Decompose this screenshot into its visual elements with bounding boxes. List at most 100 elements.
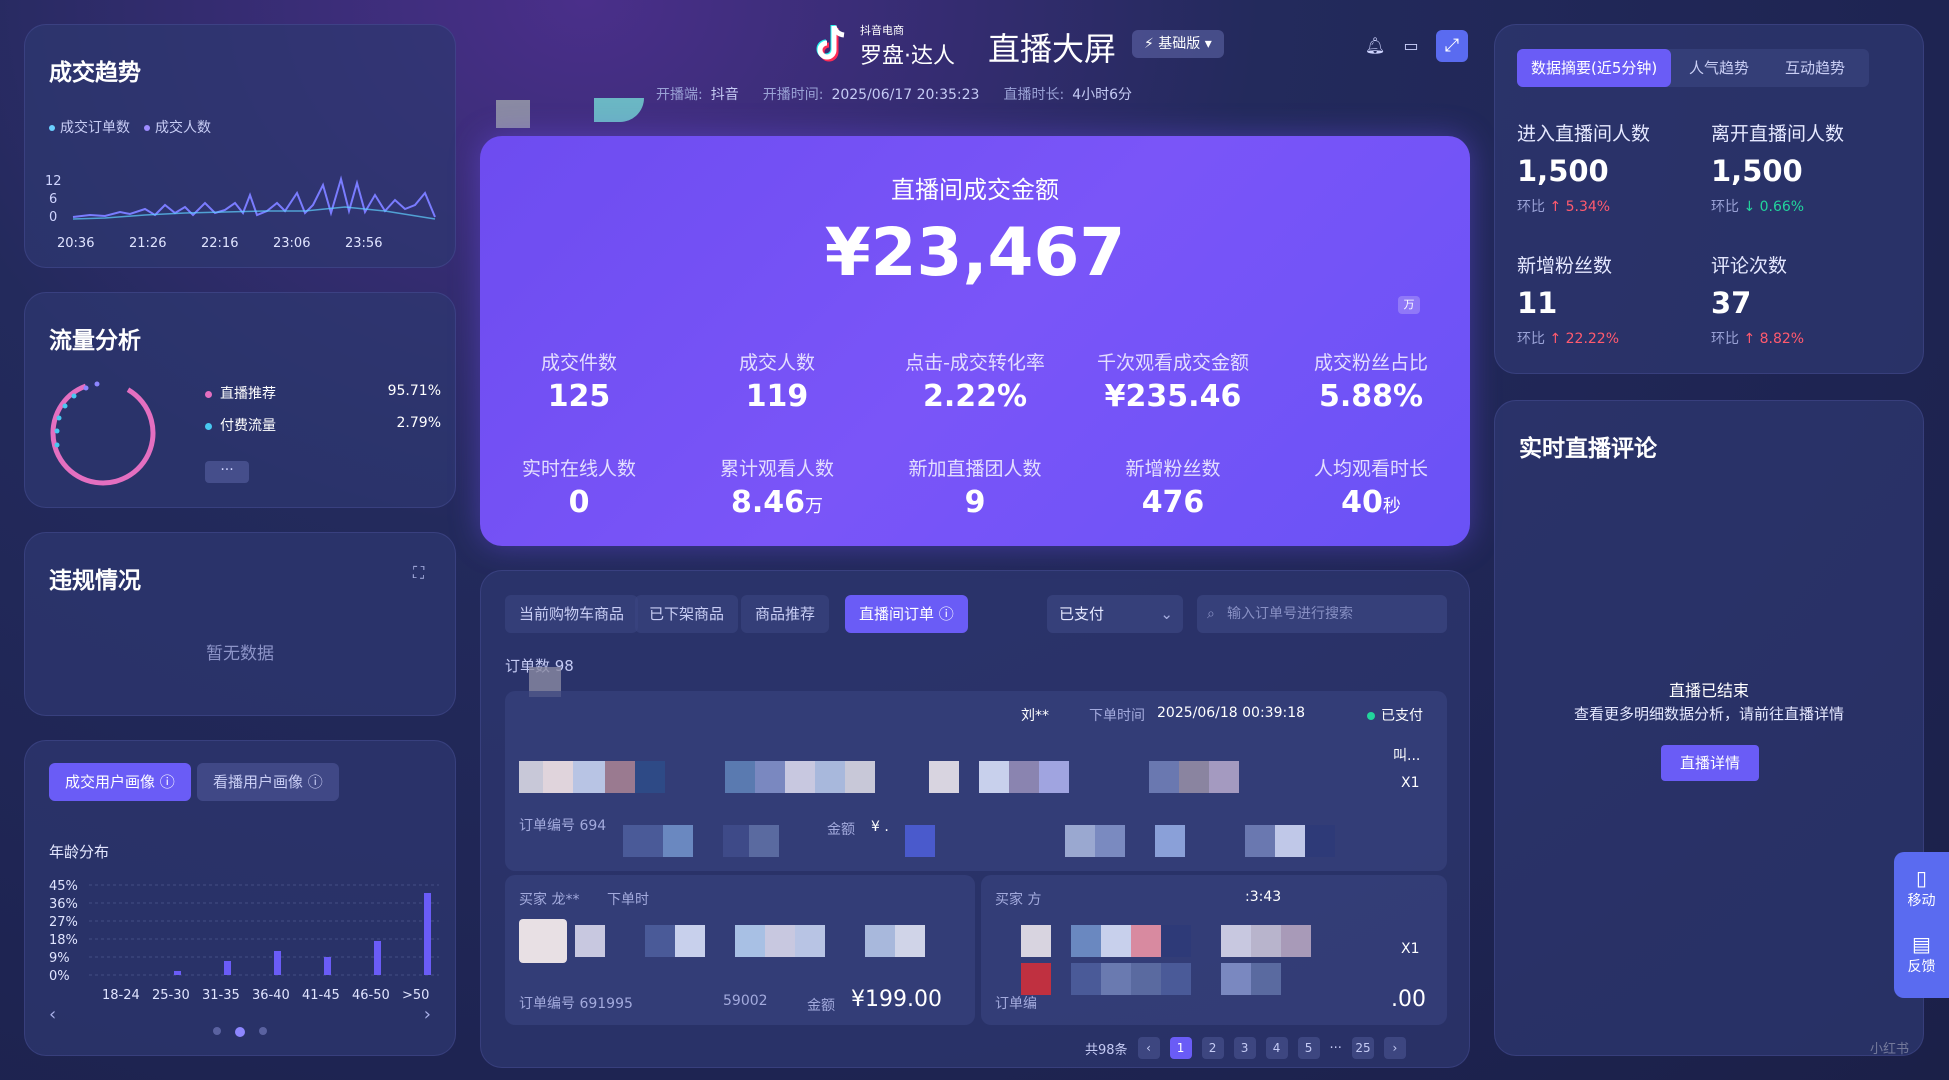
kpi-item: 新增粉丝数 11 环比 ↑ 22.22% [1517, 251, 1707, 348]
tab-data-summary[interactable]: 数据摘要(近5分钟) [1517, 49, 1672, 87]
buyer-name: 买家 方 [995, 892, 1042, 908]
tab-live-orders[interactable]: 直播间订单 ⓘ [845, 595, 968, 633]
order-search-input[interactable]: ⌕ 输入订单号进行搜索 [1197, 595, 1447, 633]
order-card[interactable]: 买家 龙** 下单时 订单编号 691995 59002 金额 ¥199.00 [505, 875, 975, 1025]
quantity: X1 [1401, 775, 1420, 791]
tab-viewer-portrait[interactable]: 看播用户画像 ⓘ [197, 763, 339, 801]
page-button[interactable]: 25 [1351, 1037, 1374, 1059]
chevron-right-icon[interactable]: › [424, 1004, 431, 1025]
trend-title: 成交趋势 [49, 60, 141, 86]
traffic-item: 付费流量 2.79% [205, 415, 441, 435]
carousel-dot[interactable] [259, 1027, 267, 1035]
prev-page-icon[interactable]: ‹ [1137, 1037, 1160, 1059]
kpi-change: 环比 ↑ 5.34% [1517, 199, 1611, 215]
stat-label: 点击-成交转化率 [905, 352, 1045, 374]
stat-item: 成交粉丝占比 5.88% [1272, 348, 1470, 414]
comments-panel: 实时直播评论 直播已结束 查看更多明细数据分析，请前往直播详情 直播详情 [1494, 400, 1924, 1056]
kpi-value: 1,500 [1711, 154, 1803, 188]
x-tick: 31-35 [202, 988, 240, 1003]
page-button[interactable]: 1 [1169, 1037, 1192, 1059]
order-number: 订单编 [995, 996, 1037, 1012]
product-name-fragment: 叫... [1393, 748, 1421, 764]
monitor-icon[interactable]: ▭ [1400, 35, 1422, 57]
page-button[interactable]: 4 [1265, 1037, 1288, 1059]
carousel-dot[interactable] [213, 1027, 221, 1035]
order-number-tail: 59002 [723, 993, 768, 1009]
kpi-label: 进入直播间人数 [1517, 123, 1651, 145]
stat-value: 125 [547, 379, 611, 414]
header-actions: 🔔︎ ▭ ⤢ [1364, 30, 1468, 62]
age-bar [424, 893, 431, 975]
y-tick: 6 [49, 192, 57, 207]
tab-buyer-portrait[interactable]: 成交用户画像 ⓘ [49, 763, 191, 801]
blurred-product-row [575, 925, 925, 957]
age-bar-chart: 45% 36% 27% 18% 9% 0% 18-24 25-30 31-35 36-40 41-4… [49, 879, 439, 1003]
bell-icon[interactable]: 🔔︎ [1364, 35, 1386, 57]
tab-recommended-products[interactable]: 商品推荐 [741, 595, 830, 633]
kpi-label: 新增粉丝数 [1517, 255, 1613, 277]
stat-item: 新增粉丝数 476 [1074, 454, 1272, 520]
age-bar [274, 951, 281, 975]
x-tick: 22:16 [201, 236, 238, 251]
stat-value: 40秒 [1341, 485, 1401, 520]
page-button[interactable]: 3 [1233, 1037, 1256, 1059]
order-time: 2025/06/18 00:39:18 [1157, 705, 1306, 721]
stat-label: 新加直播团人数 [908, 458, 1042, 480]
y-tick: 9% [49, 951, 70, 966]
x-tick: 18-24 [102, 988, 140, 1003]
x-tick: 23:06 [273, 236, 310, 251]
feedback-button[interactable]: ▤ 反馈 [1894, 932, 1949, 976]
search-icon: ⌕ [1207, 606, 1215, 622]
lightning-icon: ⚡ [1144, 36, 1154, 52]
y-tick: 18% [49, 933, 78, 948]
chevron-left-icon[interactable]: ‹ [49, 1004, 56, 1025]
kpi-label: 评论次数 [1711, 255, 1788, 277]
kpi-item: 评论次数 37 环比 ↑ 8.82% [1711, 251, 1901, 348]
stat-item: 成交人数 119 [678, 348, 876, 414]
legend-orders: 成交订单数 [49, 117, 130, 137]
kpi-value: 37 [1711, 286, 1752, 320]
tab-popularity-trend[interactable]: 人气趋势 [1675, 49, 1763, 87]
blurred-product-row [1021, 963, 1281, 995]
hero-unit: 万 [1398, 296, 1420, 314]
mobile-icon: ▯ [1915, 866, 1927, 890]
order-card[interactable]: 买家 方 :3:43 X1 订单编 .00 [981, 875, 1447, 1025]
status-select[interactable]: 已支付 ⌄ [1047, 595, 1183, 633]
carousel-dot-active[interactable] [235, 1027, 245, 1037]
more-button[interactable]: ··· [205, 461, 249, 483]
live-detail-button[interactable]: 直播详情 [1661, 745, 1759, 781]
duration-value: 4小时6分 [1072, 87, 1133, 103]
page-button[interactable]: 5 [1297, 1037, 1320, 1059]
tab-removed-products[interactable]: 已下架商品 [635, 595, 739, 633]
expand-icon[interactable]: ⛶ [413, 563, 431, 582]
next-page-icon[interactable]: › [1383, 1037, 1406, 1059]
violation-panel: 违规情况 ⛶ 暂无数据 [24, 532, 456, 716]
stat-value: 8.46万 [730, 485, 824, 520]
order-number: 订单编号 694 [519, 818, 607, 834]
decorative-block [496, 100, 530, 128]
kpi-label: 离开直播间人数 [1711, 123, 1845, 145]
feedback-label: 反馈 [1907, 959, 1936, 975]
orders-panel: 当前购物车商品 已下架商品 商品推荐 直播间订单 ⓘ 已支付 ⌄ ⌕ 输入订单号进行… [480, 570, 1470, 1068]
legend-buyers: 成交人数 [144, 117, 211, 137]
traffic-value: 95.71% [387, 383, 441, 399]
pagination-total: 共98条 [1085, 1042, 1128, 1058]
traffic-label: 直播推荐 [220, 386, 276, 402]
age-bar [224, 961, 231, 975]
tab-interaction-trend[interactable]: 互动趋势 [1771, 49, 1859, 87]
mobile-button[interactable]: ▯ 移动 [1894, 866, 1949, 910]
stat-item: 人均观看时长 40秒 [1272, 454, 1470, 520]
order-card[interactable]: 刘** 下单时间 2025/06/18 00:39:18 已支付 叫... X1… [505, 691, 1447, 871]
stat-value: ¥235.46 [1104, 379, 1242, 414]
search-placeholder: 输入订单号进行搜索 [1227, 606, 1353, 622]
version-dropdown[interactable]: ⚡ 基础版 ▾ [1132, 30, 1224, 58]
start-time-label: 开播时间: [762, 87, 824, 103]
version-label: 基础版 [1158, 36, 1201, 52]
page-ellipsis[interactable]: ··· [1330, 1041, 1342, 1056]
stat-item: 成交件数 125 [480, 348, 678, 414]
buyer-name: 买家 龙** [519, 892, 580, 908]
fullscreen-icon[interactable]: ⤢ [1436, 30, 1468, 62]
y-tick: 12 [45, 174, 62, 189]
page-button[interactable]: 2 [1201, 1037, 1224, 1059]
tab-cart-products[interactable]: 当前购物车商品 [505, 595, 639, 633]
